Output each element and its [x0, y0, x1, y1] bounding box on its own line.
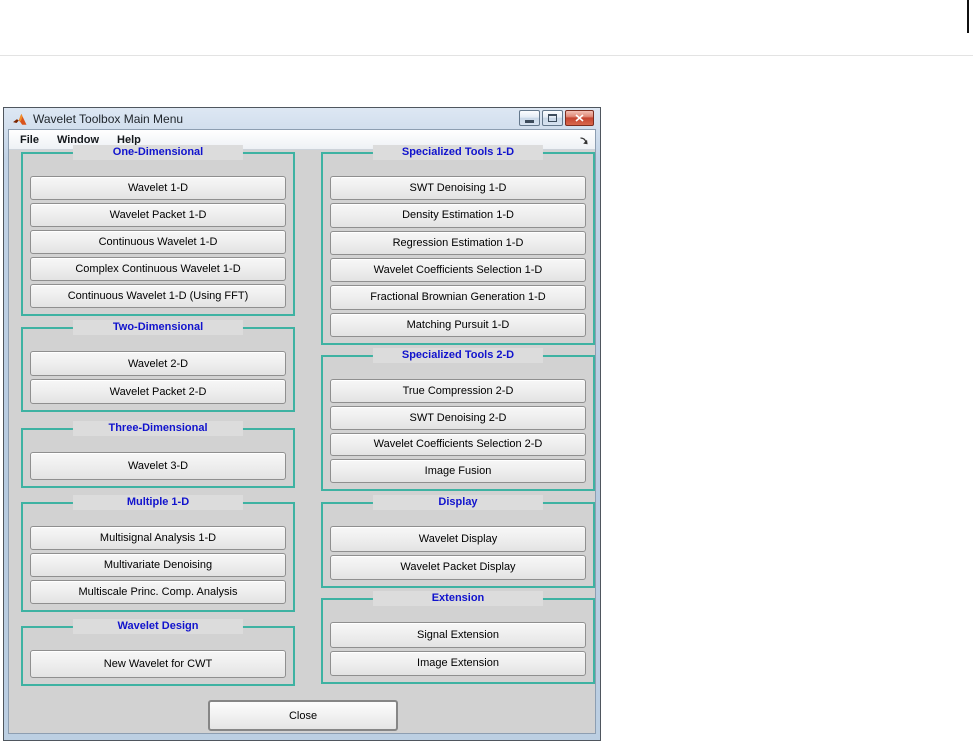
continuous-wavelet-1d-button[interactable]: Continuous Wavelet 1-D [30, 230, 286, 254]
minimize-icon [525, 120, 534, 123]
caption-buttons [519, 110, 594, 126]
group-two-dimensional: Two-Dimensional Wavelet 2-D Wavelet Pack… [21, 320, 295, 412]
dock-arrow-icon[interactable] [579, 135, 590, 146]
group-specialized-tools-2d: Specialized Tools 2-D True Compression 2… [321, 348, 595, 491]
wavelet-2d-button[interactable]: Wavelet 2-D [30, 351, 286, 376]
group-title: Specialized Tools 2-D [372, 348, 544, 363]
group-specialized-tools-1d: Specialized Tools 1-D SWT Denoising 1-D … [321, 145, 595, 345]
complex-continuous-wavelet-1d-button[interactable]: Complex Continuous Wavelet 1-D [30, 257, 286, 281]
group-extension: Extension Signal Extension Image Extensi… [321, 591, 595, 684]
maximize-button[interactable] [542, 110, 563, 126]
new-wavelet-for-cwt-button[interactable]: New Wavelet for CWT [30, 650, 286, 678]
window-title: Wavelet Toolbox Main Menu [33, 111, 184, 126]
regression-estimation-1d-button[interactable]: Regression Estimation 1-D [330, 230, 586, 255]
wavelet-packet-display-button[interactable]: Wavelet Packet Display [330, 554, 586, 580]
close-window-button[interactable] [565, 110, 594, 126]
fractional-brownian-generation-1d-button[interactable]: Fractional Brownian Generation 1-D [330, 285, 586, 310]
image-fusion-button[interactable]: Image Fusion [330, 459, 586, 483]
wavelet-display-button[interactable]: Wavelet Display [330, 526, 586, 552]
group-title: Three-Dimensional [72, 421, 244, 436]
group-wavelet-design: Wavelet Design New Wavelet for CWT [21, 619, 295, 686]
window-titlebar[interactable]: Wavelet Toolbox Main Menu [8, 108, 596, 129]
group-title: Specialized Tools 1-D [372, 145, 544, 160]
client-area: One-Dimensional Wavelet 1-D Wavelet Pack… [9, 145, 595, 733]
wavelet-1d-button[interactable]: Wavelet 1-D [30, 176, 286, 200]
matlab-logo-icon [13, 113, 27, 125]
image-extension-button[interactable]: Image Extension [330, 650, 586, 676]
true-compression-2d-button[interactable]: True Compression 2-D [330, 379, 586, 403]
group-display: Display Wavelet Display Wavelet Packet D… [321, 495, 595, 588]
swt-denoising-2d-button[interactable]: SWT Denoising 2-D [330, 405, 586, 430]
wavelet-3d-button[interactable]: Wavelet 3-D [30, 452, 286, 480]
page-right-edge-line [967, 0, 969, 33]
group-title: Wavelet Design [72, 619, 244, 634]
page-top-edge-line [0, 55, 973, 56]
wavelet-packet-2d-button[interactable]: Wavelet Packet 2-D [30, 379, 286, 404]
group-title: Display [372, 495, 544, 510]
close-icon [575, 114, 584, 122]
multisignal-analysis-1d-button[interactable]: Multisignal Analysis 1-D [30, 526, 286, 550]
group-three-dimensional: Three-Dimensional Wavelet 3-D [21, 421, 295, 488]
wavelet-coefficients-selection-2d-button[interactable]: Wavelet Coefficients Selection 2-D [330, 432, 586, 457]
swt-denoising-1d-button[interactable]: SWT Denoising 1-D [330, 176, 586, 201]
continuous-wavelet-1d-fft-button[interactable]: Continuous Wavelet 1-D (Using FFT) [30, 284, 286, 308]
group-title: One-Dimensional [72, 145, 244, 160]
signal-extension-button[interactable]: Signal Extension [330, 622, 586, 648]
multiscale-princ-comp-analysis-button[interactable]: Multiscale Princ. Comp. Analysis [30, 580, 286, 604]
group-title: Extension [372, 591, 544, 606]
multivariate-denoising-button[interactable]: Multivariate Denoising [30, 553, 286, 577]
group-one-dimensional: One-Dimensional Wavelet 1-D Wavelet Pack… [21, 145, 295, 316]
wavelet-packet-1d-button[interactable]: Wavelet Packet 1-D [30, 203, 286, 227]
close-button[interactable]: Close [208, 700, 398, 731]
maximize-icon [548, 114, 557, 122]
density-estimation-1d-button[interactable]: Density Estimation 1-D [330, 203, 586, 228]
group-multiple-1d: Multiple 1-D Multisignal Analysis 1-D Mu… [21, 495, 295, 612]
matching-pursuit-1d-button[interactable]: Matching Pursuit 1-D [330, 312, 586, 337]
window-content: File Window Help One-Dimensional Wavelet… [8, 129, 596, 734]
wavelet-coefficients-selection-1d-button[interactable]: Wavelet Coefficients Selection 1-D [330, 257, 586, 283]
group-title: Two-Dimensional [72, 320, 244, 335]
minimize-button[interactable] [519, 110, 540, 126]
menu-file[interactable]: File [11, 131, 48, 149]
wavelet-toolbox-window: Wavelet Toolbox Main Menu File Window He… [3, 107, 601, 741]
group-title: Multiple 1-D [72, 495, 244, 510]
